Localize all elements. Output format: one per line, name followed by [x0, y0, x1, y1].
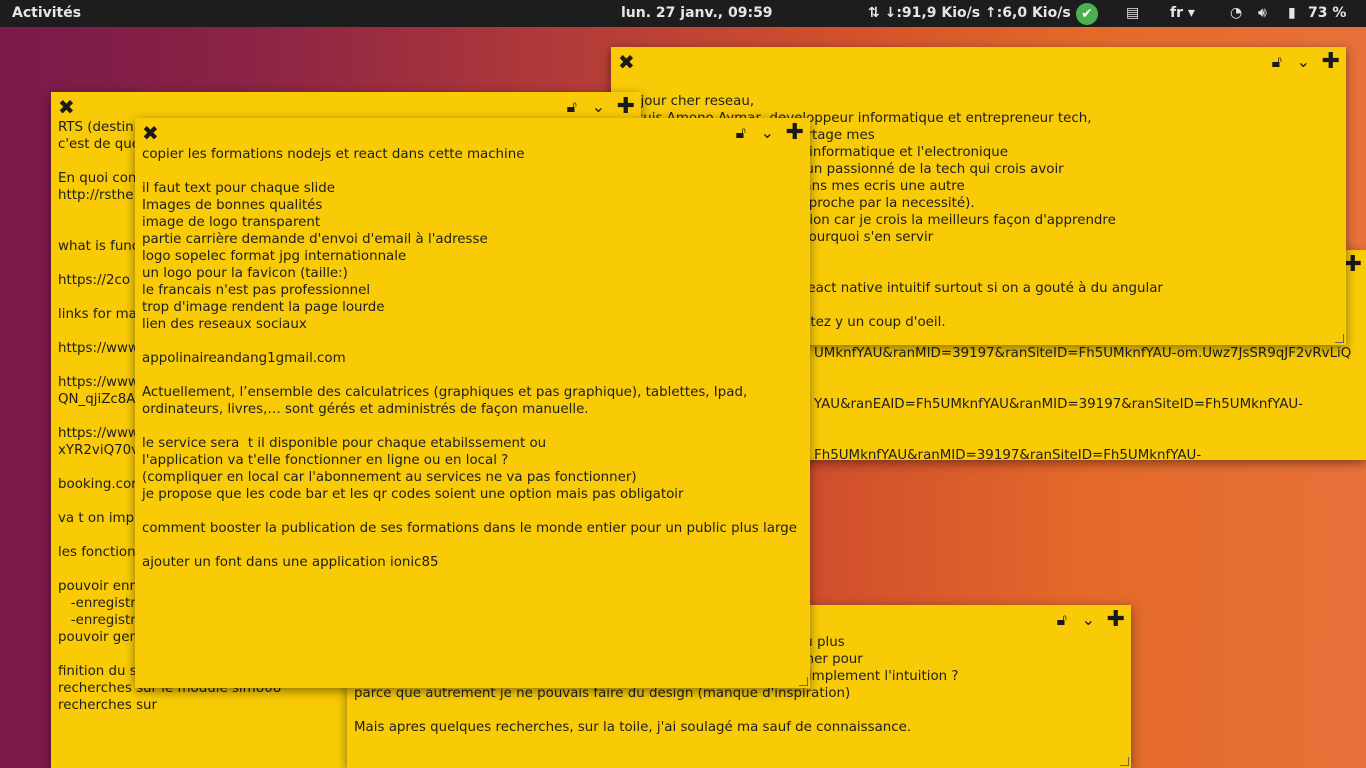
add-note-icon[interactable]: ✚ [786, 122, 804, 144]
lock-icon[interactable]: 🔓︎ [1272, 52, 1282, 72]
battery-percentage[interactable]: 73 % [1308, 5, 1346, 21]
resize-grip[interactable] [799, 677, 808, 686]
check-icon[interactable]: ✔ [1076, 3, 1098, 25]
add-note-icon[interactable]: ✚ [1107, 609, 1125, 631]
lock-icon[interactable]: 🔓︎ [567, 97, 577, 117]
chevron-down-icon[interactable]: ⌄ [1082, 610, 1095, 630]
chevron-down-icon[interactable]: ⌄ [592, 97, 605, 117]
sticky-note-main[interactable]: ✖ 🔓︎ ⌄ ✚ copier les formations nodejs et… [135, 118, 810, 688]
lock-icon[interactable]: 🔓︎ [1057, 610, 1067, 630]
add-note-icon[interactable]: ✚ [1344, 254, 1362, 276]
close-icon[interactable]: ✖ [618, 52, 635, 72]
sticky-notes-indicator-icon[interactable]: ▤ [1126, 5, 1139, 21]
note-text[interactable]: copier les formations nodejs et react da… [142, 146, 803, 688]
close-icon[interactable]: ✖ [58, 97, 75, 117]
add-note-icon[interactable]: ✚ [617, 96, 635, 118]
chevron-down-icon[interactable]: ⌄ [1297, 52, 1310, 72]
resize-grip[interactable] [1335, 334, 1344, 343]
note-text[interactable]: UMknfYAU&ranMID=39197&ranSiteID=Fh5UMknf… [814, 345, 1359, 460]
top-bar: Activités lun. 27 janv., 09:59 ⇅ ↓:91,9 … [0, 0, 1366, 27]
volume-icon[interactable]: 🔊︎ [1258, 5, 1267, 21]
chevron-down-icon[interactable]: ⌄ [761, 123, 774, 143]
battery-icon[interactable]: ▮ [1288, 5, 1296, 21]
add-note-icon[interactable]: ✚ [1322, 51, 1340, 73]
language-selector[interactable]: fr ▾ [1170, 5, 1195, 21]
resize-grip[interactable] [1120, 757, 1129, 766]
activities-button[interactable]: Activités [12, 5, 81, 21]
clock[interactable]: lun. 27 janv., 09:59 [621, 5, 773, 21]
lock-icon[interactable]: 🔓︎ [736, 123, 746, 143]
close-icon[interactable]: ✖ [142, 123, 159, 143]
wifi-icon[interactable]: ◔ [1230, 5, 1242, 21]
network-speed-indicator[interactable]: ⇅ ↓:91,9 Kio/s ↑:6,0 Kio/s [868, 5, 1071, 21]
